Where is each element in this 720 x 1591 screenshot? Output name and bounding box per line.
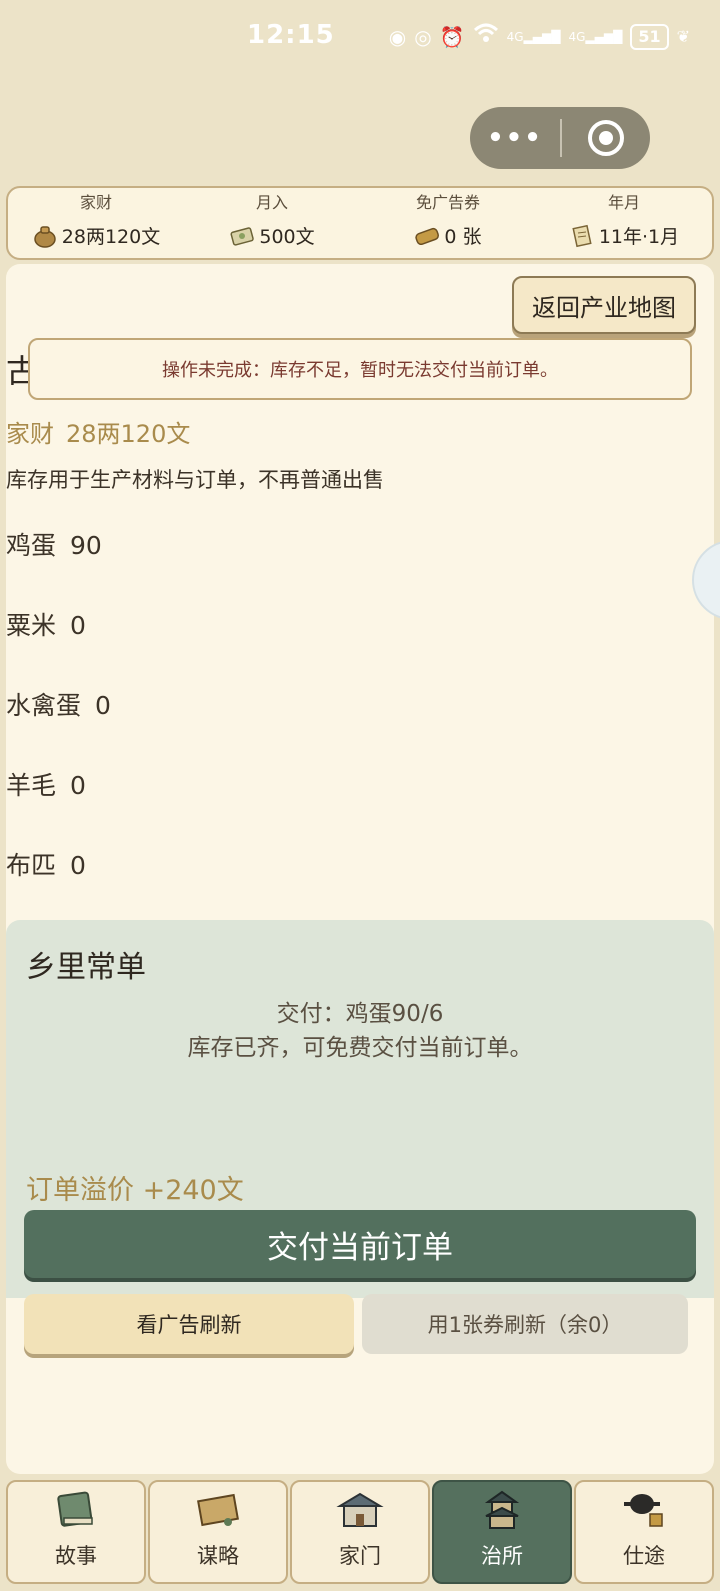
inventory-name: 鸡蛋 <box>6 531 57 560</box>
inventory-note: 库存用于生产材料与订单，不再普通出售 <box>6 468 384 492</box>
inventory-item-wool: 羊毛 0 <box>6 766 86 802</box>
money-bag-icon <box>32 224 58 248</box>
stat-income-label: 月入 <box>255 193 288 212</box>
signal-label-2: 4G <box>568 29 586 44</box>
error-toast: 操作未完成：库存不足，暂时无法交付当前订单。 <box>28 338 692 400</box>
inventory-name: 布匹 <box>6 851 57 880</box>
tab-label: 仕途 <box>623 1544 665 1568</box>
signal-icon-2: 4G▂▄▆█ <box>568 29 623 44</box>
tower-icon <box>478 1488 526 1532</box>
stats-bar: 家财 28两120文 月入 500文 免广告券 0 张 年月 11年·1月 <box>6 186 714 260</box>
status-bar: 12:15 ◉ ◎ ⏰ 4G▂▄▆█ 4G▂▄▆█ 51 ❦ <box>0 0 720 76</box>
stat-coupon-label: 免广告券 <box>415 193 480 212</box>
tab-label: 故事 <box>55 1544 97 1568</box>
house-icon <box>336 1488 384 1532</box>
stat-coupon: 免广告券 0 张 <box>360 188 536 258</box>
tab-career[interactable]: 仕途 <box>574 1480 714 1584</box>
tab-governance[interactable]: 治所 <box>432 1480 572 1584</box>
industry-panel: 古镇集 返回产业地图 操作未完成：库存不足，暂时无法交付当前订单。 家财28两1… <box>6 264 714 1474</box>
stat-wealth-value: 28两120文 <box>61 226 161 248</box>
inventory-item-waterfowl-egg: 水禽蛋 0 <box>6 686 111 722</box>
inventory-qty: 90 <box>70 531 102 560</box>
tab-label: 治所 <box>481 1544 523 1568</box>
banknote-icon <box>229 224 255 248</box>
tab-family[interactable]: 家门 <box>290 1480 430 1584</box>
alarm-icon: ⏰ <box>439 24 465 49</box>
coupon-refresh-button[interactable]: 用1张券刷新（余0） <box>362 1294 688 1354</box>
official-hat-icon <box>620 1488 668 1532</box>
wealth-line: 家财 28两120文 <box>6 414 202 449</box>
signal-label-1: 4G <box>506 29 524 44</box>
wealth-value: 28两120文 <box>66 420 191 448</box>
battery-icon: 51 <box>630 23 669 50</box>
stat-income-value: 500文 <box>259 226 315 248</box>
tab-label: 谋略 <box>197 1544 239 1568</box>
leaf-icon: ❦ <box>676 26 690 46</box>
tab-label: 家门 <box>339 1544 381 1568</box>
inventory-item-egg: 鸡蛋 90 <box>6 526 102 562</box>
wealth-label: 家财 <box>6 420 54 448</box>
stat-wealth-label: 家财 <box>79 193 112 212</box>
tab-story[interactable]: 故事 <box>6 1480 146 1584</box>
inventory-name: 羊毛 <box>6 771 57 800</box>
signal-icon: 4G▂▄▆█ <box>506 29 561 44</box>
scroll-map-icon <box>194 1488 242 1532</box>
order-status: 库存已齐，可免费交付当前订单。 <box>187 1035 533 1061</box>
stat-date: 年月 11年·1月 <box>536 188 712 258</box>
close-miniprogram-button[interactable] <box>562 120 650 156</box>
scroll-icon <box>569 224 595 248</box>
status-time: 12:15 <box>247 20 335 50</box>
inventory-name: 水禽蛋 <box>6 691 82 720</box>
more-button[interactable]: ••• <box>470 123 560 153</box>
book-icon <box>52 1488 100 1532</box>
stat-date-label: 年月 <box>607 193 640 212</box>
inventory-item-cloth: 布匹 0 <box>6 846 86 882</box>
notification-icon: ◉ <box>388 24 407 49</box>
stat-date-value: 11年·1月 <box>598 226 680 248</box>
inventory-qty: 0 <box>70 771 86 800</box>
inventory-qty: 0 <box>95 691 111 720</box>
deliver-order-button[interactable]: 交付当前订单 <box>24 1210 696 1278</box>
inventory-name: 粟米 <box>6 611 57 640</box>
stat-income: 月入 500文 <box>184 188 360 258</box>
stat-coupon-value: 0 张 <box>444 226 482 248</box>
bottom-tab-bar: 故事 谋略 家门 治所 仕途 <box>6 1480 714 1584</box>
eye-icon: ◎ <box>414 24 432 49</box>
coupon-ticket-icon <box>414 224 440 248</box>
order-premium: 订单溢价 +240文 <box>26 1175 244 1206</box>
target-icon <box>588 120 624 156</box>
order-title: 乡里常单 <box>26 950 146 985</box>
status-icons: ◉ ◎ ⏰ 4G▂▄▆█ 4G▂▄▆█ 51 ❦ <box>389 22 690 51</box>
inventory-item-millet: 粟米 0 <box>6 606 86 642</box>
tab-strategy[interactable]: 谋略 <box>148 1480 288 1584</box>
capsule-menu: ••• <box>470 107 650 169</box>
order-requirement: 交付：鸡蛋90/6 <box>276 1001 444 1027</box>
inventory-qty: 0 <box>70 611 86 640</box>
ad-refresh-button[interactable]: 看广告刷新 <box>24 1294 354 1354</box>
wifi-icon <box>473 22 499 51</box>
inventory-qty: 0 <box>70 851 86 880</box>
back-to-industry-map-button[interactable]: 返回产业地图 <box>512 276 696 334</box>
stat-wealth: 家财 28两120文 <box>8 188 184 258</box>
